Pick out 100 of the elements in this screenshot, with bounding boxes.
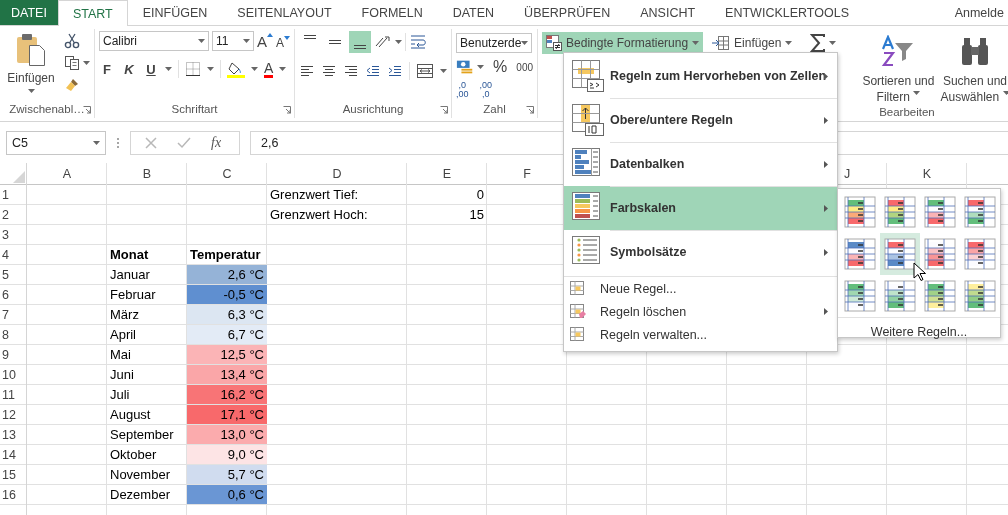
find-select-button[interactable]: Suchen und Auswählen (940, 31, 1008, 105)
row-header[interactable]: 15 (0, 465, 27, 485)
row-header[interactable]: 13 (0, 425, 27, 445)
merge-cells-icon[interactable] (416, 63, 435, 79)
borders-icon[interactable] (185, 61, 201, 77)
row-header[interactable]: 2 (0, 205, 27, 225)
decrease-decimal-button[interactable]: ,00 ,0 (479, 81, 493, 99)
column-header[interactable]: E (407, 163, 487, 185)
menu-item[interactable]: Neue Regel... (564, 276, 837, 300)
column-header[interactable]: B (107, 163, 187, 185)
sort-filter-button[interactable]: Sortieren und Filtern (862, 31, 935, 105)
font-name-dropdown[interactable]: Calibri (99, 31, 209, 51)
dialog-launcher-icon[interactable] (83, 106, 91, 114)
percent-button[interactable]: % (493, 58, 508, 76)
increase-indent-icon[interactable] (387, 63, 404, 79)
caret-icon (83, 61, 90, 65)
italic-button[interactable]: K (121, 61, 137, 77)
row-header[interactable]: 4 (0, 245, 27, 265)
row-header[interactable]: 14 (0, 445, 27, 465)
color-scale-icon (884, 280, 916, 312)
dialog-launcher-icon[interactable] (283, 106, 292, 114)
caret-icon (395, 40, 403, 44)
caret-icon (27, 89, 35, 93)
underline-button[interactable]: U (143, 61, 159, 77)
row-header[interactable]: 1 (0, 185, 27, 205)
font-color-button[interactable]: A (264, 60, 274, 78)
caret-icon (207, 67, 214, 71)
row-header[interactable]: 7 (0, 305, 27, 325)
menu-item[interactable]: Regeln verwalten... (564, 323, 837, 346)
shrink-font-button[interactable]: A (276, 35, 291, 50)
file-tab[interactable]: DATEI (0, 0, 58, 25)
row-header[interactable]: 9 (0, 345, 27, 365)
menu-item[interactable]: Regeln löschen (564, 300, 837, 323)
paintbrush-icon[interactable] (64, 77, 80, 93)
align-center-icon[interactable] (321, 63, 338, 79)
table-cell-text: Januar (109, 266, 151, 284)
conditional-formatting-button[interactable]: Bedingte Formatierung (542, 32, 704, 54)
align-lines-icon (304, 35, 317, 39)
column-header[interactable]: F (487, 163, 567, 185)
color-scale-icon (924, 280, 956, 312)
insert-function-button[interactable]: fx (211, 135, 222, 151)
row-header[interactable]: 8 (0, 325, 27, 345)
sign-in-link[interactable]: Anmelde (954, 5, 1008, 20)
color-scale-icon (924, 196, 956, 228)
row-header[interactable]: 3 (0, 225, 27, 245)
drag-handle-icon[interactable] (116, 136, 120, 150)
decrease-indent-icon[interactable] (365, 63, 382, 79)
color-scale-icon (964, 196, 996, 228)
column-header[interactable]: K (887, 163, 967, 185)
text-orientation-icon[interactable] (374, 34, 393, 50)
ribbon-tab[interactable]: START (57, 0, 128, 26)
row-header[interactable]: 11 (0, 385, 27, 405)
number-format-dropdown[interactable]: Benutzerde (456, 33, 533, 53)
thousands-separator-button[interactable]: 000 (516, 61, 534, 73)
check-icon[interactable] (177, 137, 191, 149)
more-rules-link[interactable]: Weitere Regeln... (838, 325, 1000, 339)
row-header[interactable]: 16 (0, 485, 27, 505)
dialog-launcher-icon[interactable] (440, 106, 449, 114)
row-header[interactable]: 10 (0, 365, 27, 385)
color-scale-icon (884, 238, 916, 270)
column-header[interactable]: C (187, 163, 267, 185)
name-box[interactable]: C5 (6, 131, 106, 155)
top-bottom-rules-icon (572, 104, 604, 136)
align-bottom-button[interactable] (349, 31, 372, 53)
row-header[interactable]: 6 (0, 285, 27, 305)
dialog-launcher-icon[interactable] (526, 106, 535, 114)
scissors-icon[interactable] (64, 33, 80, 49)
color-scale-icon (844, 196, 876, 228)
sum-icon[interactable] (810, 34, 827, 52)
caret-icon (521, 41, 529, 45)
align-right-icon[interactable] (343, 63, 360, 79)
fill-color-icon[interactable] (227, 60, 245, 78)
menu-item[interactable]: Symbolsätze (564, 230, 837, 274)
font-size-dropdown[interactable]: 11 (212, 31, 254, 51)
bold-button[interactable]: F (99, 61, 115, 77)
align-left-icon[interactable] (299, 63, 316, 79)
column-header[interactable]: A (27, 163, 107, 185)
paste-button[interactable]: Einfügen (4, 31, 58, 100)
caret-icon (829, 41, 837, 45)
increase-decimal-button[interactable]: ,0 ,00 (456, 81, 469, 99)
table-cell-text: Grenzwert Hoch: (269, 206, 369, 224)
copy-icon[interactable] (64, 55, 80, 71)
row-header[interactable]: 12 (0, 405, 27, 425)
menu-item[interactable]: Regeln zum Hervorheben von Zellen (564, 54, 837, 98)
menu-item[interactable]: Farbskalen (564, 186, 837, 230)
color-scale-icon (844, 238, 876, 270)
row-header[interactable]: 5 (0, 265, 27, 285)
caret-icon (785, 41, 793, 45)
grow-font-button[interactable]: A (257, 32, 273, 50)
caret-icon (251, 67, 258, 71)
wrap-text-icon[interactable] (409, 33, 428, 51)
table-cell: 9,0 °C (187, 445, 267, 464)
table-cell-text: April (109, 326, 137, 344)
currency-icon[interactable] (456, 59, 475, 75)
column-header[interactable]: D (267, 163, 407, 185)
color-scale-icon (924, 238, 956, 270)
color-scale-icon (964, 280, 996, 312)
table-cell-text: März (109, 306, 140, 324)
color-scale-icon (884, 196, 916, 228)
color-scale-option[interactable] (880, 233, 920, 275)
